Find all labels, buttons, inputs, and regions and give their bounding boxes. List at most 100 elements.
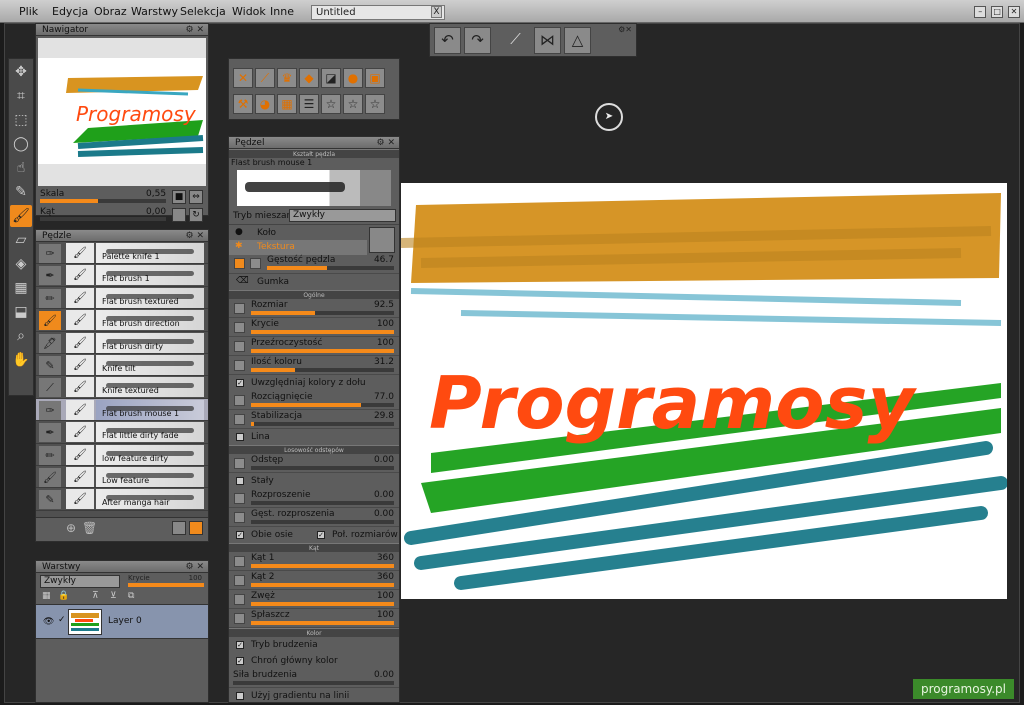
angle-slider[interactable]: Zwęż 100 [229,590,399,609]
image-icon[interactable]: ▣ [365,68,385,88]
star-icon[interactable]: ☆ [365,94,385,114]
smudge-tool-icon[interactable]: ☝ [10,157,32,179]
constant-row[interactable]: Stały [229,473,399,489]
minimize-icon[interactable]: – [974,6,987,18]
menu-selection[interactable]: Selekcja [180,5,226,18]
brush-tool-icon[interactable]: 🖌 [10,205,32,227]
density-slider[interactable]: Gęstość pędzla 46.7 [229,254,399,274]
gear-icon[interactable]: ⚙ ✕ [186,561,204,573]
hand-tool-icon[interactable]: ✋ [10,349,32,371]
brush-list-item[interactable]: 🖌 🖌 Flat brush direction [36,309,208,332]
menu-view[interactable]: Widok [232,5,266,18]
move-tool-icon[interactable]: ✥ [10,61,32,83]
gear-icon[interactable]: ⚙ ✕ [186,230,204,242]
document-tab[interactable]: Untitled X [311,5,445,20]
stamp-tool-icon[interactable]: ⬓ [10,301,32,323]
angle-slider[interactable]: Kąt 2 360 [229,571,399,590]
fit-icon[interactable] [172,208,186,222]
scatter-slider[interactable]: Rozproszenie 0.00 [229,489,399,508]
angle-slider[interactable]: Kąt 1 360 [229,552,399,571]
brush-list-item[interactable]: ✑ 🖌 Palette knife 1 [36,242,208,265]
crown-icon[interactable]: ♛ [277,68,297,88]
zoom-tool-icon[interactable]: ⌕ [10,325,32,347]
eraser-tool-icon[interactable]: ▱ [10,229,32,251]
color-icon[interactable]: ● [343,68,363,88]
close-tab-button[interactable]: X [431,6,442,18]
brush-list-item[interactable]: ✏ 🖌 low feature dirty [36,444,208,466]
grid-view-icon[interactable] [189,521,203,535]
tip-texture-option[interactable]: ✱ Tekstura [229,240,367,255]
menu-edit[interactable]: Edycja [52,5,88,18]
stop-icon[interactable]: ■ [172,190,186,204]
delete-icon[interactable]: 🗑 [82,521,97,535]
star-icon[interactable]: ☆ [343,94,363,114]
include-colors-row[interactable]: ✓ Uwzględniaj kolory z dołu [229,375,399,391]
maximize-icon[interactable]: □ [991,6,1004,18]
hammer-icon[interactable]: ⚒ [233,94,253,114]
duplicate-icon[interactable]: ⧉ [128,591,134,601]
add-icon[interactable]: ⊕ [66,521,76,535]
protect-color-row[interactable]: ✓ Chroń główny kolor [229,653,399,669]
brush-icon[interactable]: ⟋ [502,27,529,54]
gear-icon[interactable]: ⚙ ✕ [186,24,204,36]
brush-list-item[interactable]: ✎ 🖌 Knife tilt [36,354,208,377]
angle-slider[interactable] [40,217,166,221]
blend-mode-select[interactable]: Zwykły [40,575,120,588]
gear-icon[interactable]: ⚙ ✕ [377,137,395,149]
general-slider[interactable]: Ilość koloru 31.2 [229,356,399,375]
lock-icon[interactable]: 🔒 [58,591,69,601]
checkbox-checked-icon[interactable]: ✓ [317,531,325,539]
notes-icon[interactable]: ☰ [299,94,319,114]
stroke-icon[interactable]: △ [564,27,591,54]
merge-icon[interactable]: ⊼ [92,591,99,601]
scale-slider[interactable] [40,199,166,203]
menu-file[interactable]: Plik [19,5,38,18]
brush-list-item[interactable]: ✎ 🖌 After manga hair [36,488,208,511]
dirt-strength-slider[interactable]: Siła brudzenia 0.00 [229,669,399,688]
brush-list-item[interactable]: ✒ 🖌 Flat little dirty fade [36,421,208,444]
navigator-preview[interactable]: Programosy [38,38,206,186]
lasso-tool-icon[interactable]: ◯ [10,133,32,155]
close-icon[interactable]: ✕ [1008,6,1020,18]
brush-list-item[interactable]: 🖌 🖌 Low feature [36,466,208,489]
layer-row[interactable]: 👁 ✓ Layer 0 [36,605,208,639]
crop-tool-icon[interactable]: ⌗ [10,85,32,107]
angle-slider[interactable]: Spłaszcz 100 [229,609,399,628]
fill-tool-icon[interactable]: ◈ [10,253,32,275]
eyedropper-tool-icon[interactable]: ✎ [10,181,32,203]
brush-list-item[interactable]: ⟋ 🖌 Knife textured [36,376,208,399]
menu-image[interactable]: Obraz [94,5,127,18]
scatter-slider[interactable]: Gęst. rozproszenia 0.00 [229,508,399,527]
brush-list-item[interactable]: 🖋 🖌 Flat brush dirty [36,332,208,354]
tools-icon[interactable]: ✕ [233,68,253,88]
layers-icon[interactable]: ◆ [299,68,319,88]
line-row[interactable]: Lina [229,429,399,445]
both-axes-row[interactable]: ✓ Obie osie ✓ Poł. rozmiarów [229,527,399,543]
lock-alpha-icon[interactable]: ▦ [42,591,51,601]
brush-settings-icon[interactable]: ⟋ [255,68,275,88]
general2-slider[interactable]: Rozciągnięcie 77.0 [229,391,399,410]
rect-select-tool-icon[interactable]: ⬚ [10,109,32,131]
gear-icon[interactable]: ⚙✕ [618,25,632,34]
blend-mode-select[interactable]: Zwykły [289,209,396,222]
flatten-icon[interactable]: ⊻ [110,591,117,601]
brush-list-item[interactable]: ✒ 🖌 Flat brush 1 [36,264,208,287]
palette-icon[interactable]: ◕ [255,94,275,114]
drawing-canvas[interactable]: Programosy [401,183,1007,599]
gradient-icon[interactable]: ◪ [321,68,341,88]
general2-slider[interactable]: Stabilizacja 29.8 [229,410,399,429]
check-icon[interactable]: ✓ [58,615,66,625]
use-gradient-row[interactable]: Użyj gradientu na linii [229,688,399,702]
list-view-icon[interactable] [172,521,186,535]
gradient-tool-icon[interactable]: ▦ [10,277,32,299]
undo-icon[interactable]: ↶ [434,27,461,54]
grid-icon[interactable]: ▦ [277,94,297,114]
eraser-row[interactable]: ⌫ Gumka [229,274,399,290]
general-slider[interactable]: Przeźroczystość 100 [229,337,399,356]
menu-other[interactable]: Inne [270,5,294,18]
eye-icon[interactable]: 👁 [43,617,54,627]
brush-list-item[interactable]: ✑ 🖌 Flat brush mouse 1 [36,398,208,422]
flip-icon[interactable]: ⇔ [189,190,203,204]
texture-preview[interactable] [369,227,395,253]
menu-layers[interactable]: Warstwy [131,5,178,18]
